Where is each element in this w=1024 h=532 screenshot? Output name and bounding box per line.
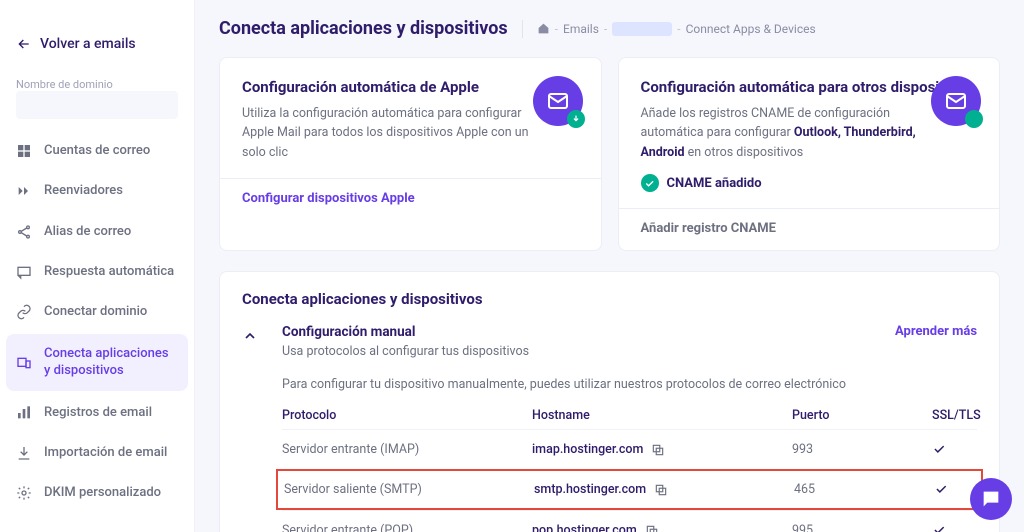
- table-row: Servidor entrante (IMAP) imap.hostinger.…: [282, 429, 977, 469]
- cell-protocol: Servidor entrante (IMAP): [282, 442, 532, 457]
- sidebar-item-label: Alias de correo: [44, 224, 131, 240]
- col-header-port: Puerto: [792, 408, 932, 423]
- devices-icon: [16, 355, 34, 371]
- check-circle-icon: [641, 174, 659, 192]
- manual-config-title: Configuración manual: [282, 324, 529, 340]
- cell-port: 465: [794, 482, 934, 497]
- protocol-table: Protocolo Hostname Puerto SSL/TLS Servid…: [242, 404, 977, 532]
- card-desc: Añade los registros CNAME de configuraci…: [641, 104, 941, 162]
- sidebar-item-accounts[interactable]: Cuentas de correo: [0, 131, 194, 171]
- card-title: Configuración automática para otros disp…: [641, 78, 978, 96]
- cell-hostname: imap.hostinger.com: [532, 442, 643, 457]
- back-link-label: Volver a emails: [40, 36, 136, 52]
- arrow-left-icon: [16, 36, 32, 52]
- copy-icon[interactable]: [645, 524, 659, 532]
- share-icon: [16, 224, 34, 240]
- chevron-up-icon: [242, 328, 266, 344]
- sidebar-item-label: Conectar dominio: [44, 304, 147, 320]
- bar-chart-icon: [16, 405, 34, 421]
- cell-protocol: Servidor entrante (POP): [282, 523, 532, 532]
- domain-name-label: Nombre de dominio: [0, 66, 194, 91]
- section-title: Conecta aplicaciones y dispositivos: [242, 290, 977, 308]
- sidebar-item-connect-domain[interactable]: Conectar dominio: [0, 292, 194, 332]
- table-row: Servidor saliente (SMTP) smtp.hostinger.…: [276, 469, 983, 510]
- link-icon: [16, 304, 34, 320]
- forward-icon: [16, 183, 34, 199]
- sidebar-item-label: Reenviadores: [44, 183, 123, 199]
- collapse-toggle[interactable]: [242, 324, 266, 344]
- sidebar-item-connect-apps[interactable]: Conecta aplicaciones y dispositivos: [6, 334, 188, 391]
- table-row: Servidor entrante (POP) pop.hostinger.co…: [282, 510, 977, 532]
- sidebar-item-label: DKIM personalizado: [44, 485, 161, 501]
- page-title: Conecta aplicaciones y dispositivos: [219, 18, 508, 39]
- cell-hostname: pop.hostinger.com: [532, 523, 637, 532]
- learn-more-link[interactable]: Aprender más: [895, 324, 977, 339]
- sidebar: Volver a emails Nombre de dominio Cuenta…: [0, 0, 195, 532]
- chat-support-button[interactable]: [970, 478, 1012, 520]
- domain-name-value[interactable]: [16, 91, 178, 119]
- accounts-icon: [16, 143, 34, 159]
- cell-port: 995: [792, 523, 932, 532]
- home-icon[interactable]: [537, 22, 550, 35]
- cell-port: 993: [792, 442, 932, 457]
- sidebar-item-label: Cuentas de correo: [44, 143, 150, 159]
- sidebar-item-forwarders[interactable]: Reenviadores: [0, 171, 194, 211]
- card-desc: Utiliza la configuración automática para…: [242, 104, 542, 162]
- sidebar-item-label: Conecta aplicaciones y dispositivos: [44, 346, 178, 379]
- cell-ssl: [932, 442, 977, 457]
- copy-icon[interactable]: [651, 443, 665, 457]
- sidebar-item-label: Importación de email: [44, 445, 167, 461]
- breadcrumb-emails[interactable]: Emails: [563, 22, 599, 36]
- configure-apple-link[interactable]: Configurar dispositivos Apple: [242, 191, 579, 206]
- col-header-hostname: Hostname: [532, 408, 792, 423]
- col-header-ssl: SSL/TLS: [932, 408, 987, 423]
- sidebar-item-aliases[interactable]: Alias de correo: [0, 212, 194, 252]
- mail-icon: [931, 76, 981, 126]
- chat-icon: [980, 488, 1002, 510]
- card-apple-autoconfig: Configuración automática de Apple Utiliz…: [219, 57, 602, 251]
- status-badge-icon: [965, 110, 983, 128]
- cell-ssl: [934, 482, 975, 497]
- cell-protocol: Servidor saliente (SMTP): [284, 482, 534, 497]
- cname-added-label: CNAME añadido: [667, 176, 762, 191]
- back-to-emails-link[interactable]: Volver a emails: [0, 18, 194, 66]
- download-badge-icon: [567, 110, 585, 128]
- manual-config-section: Conecta aplicaciones y dispositivos Conf…: [219, 271, 1000, 532]
- card-title: Configuración automática de Apple: [242, 78, 579, 96]
- cell-ssl: [932, 523, 977, 532]
- copy-icon[interactable]: [654, 483, 668, 497]
- manual-config-subtitle: Usa protocolos al configurar tus disposi…: [282, 344, 529, 359]
- card-other-autoconfig: Configuración automática para otros disp…: [618, 57, 1001, 251]
- breadcrumb-domain[interactable]: [612, 22, 672, 36]
- sidebar-item-label: Respuesta automática: [44, 264, 174, 280]
- main-content: Conecta aplicaciones y dispositivos - Em…: [195, 0, 1024, 532]
- sidebar-item-email-logs[interactable]: Registros de email: [0, 393, 194, 433]
- cell-hostname: smtp.hostinger.com: [534, 482, 646, 497]
- download-icon: [16, 445, 34, 461]
- breadcrumb-current: Connect Apps & Devices: [686, 22, 816, 36]
- mail-icon: [533, 76, 583, 126]
- breadcrumb: - Emails - - Connect Apps & Devices: [537, 22, 816, 36]
- sidebar-item-label: Registros de email: [44, 405, 152, 421]
- sidebar-item-autoresponder[interactable]: Respuesta automática: [0, 252, 194, 292]
- sidebar-item-import[interactable]: Importación de email: [0, 433, 194, 473]
- add-cname-link[interactable]: Añadir registro CNAME: [641, 221, 978, 236]
- sidebar-item-dkim[interactable]: DKIM personalizado: [0, 473, 194, 513]
- col-header-protocol: Protocolo: [282, 408, 532, 423]
- gear-icon: [16, 485, 34, 501]
- message-icon: [16, 264, 34, 280]
- manual-note: Para configurar tu dispositivo manualmen…: [282, 377, 977, 392]
